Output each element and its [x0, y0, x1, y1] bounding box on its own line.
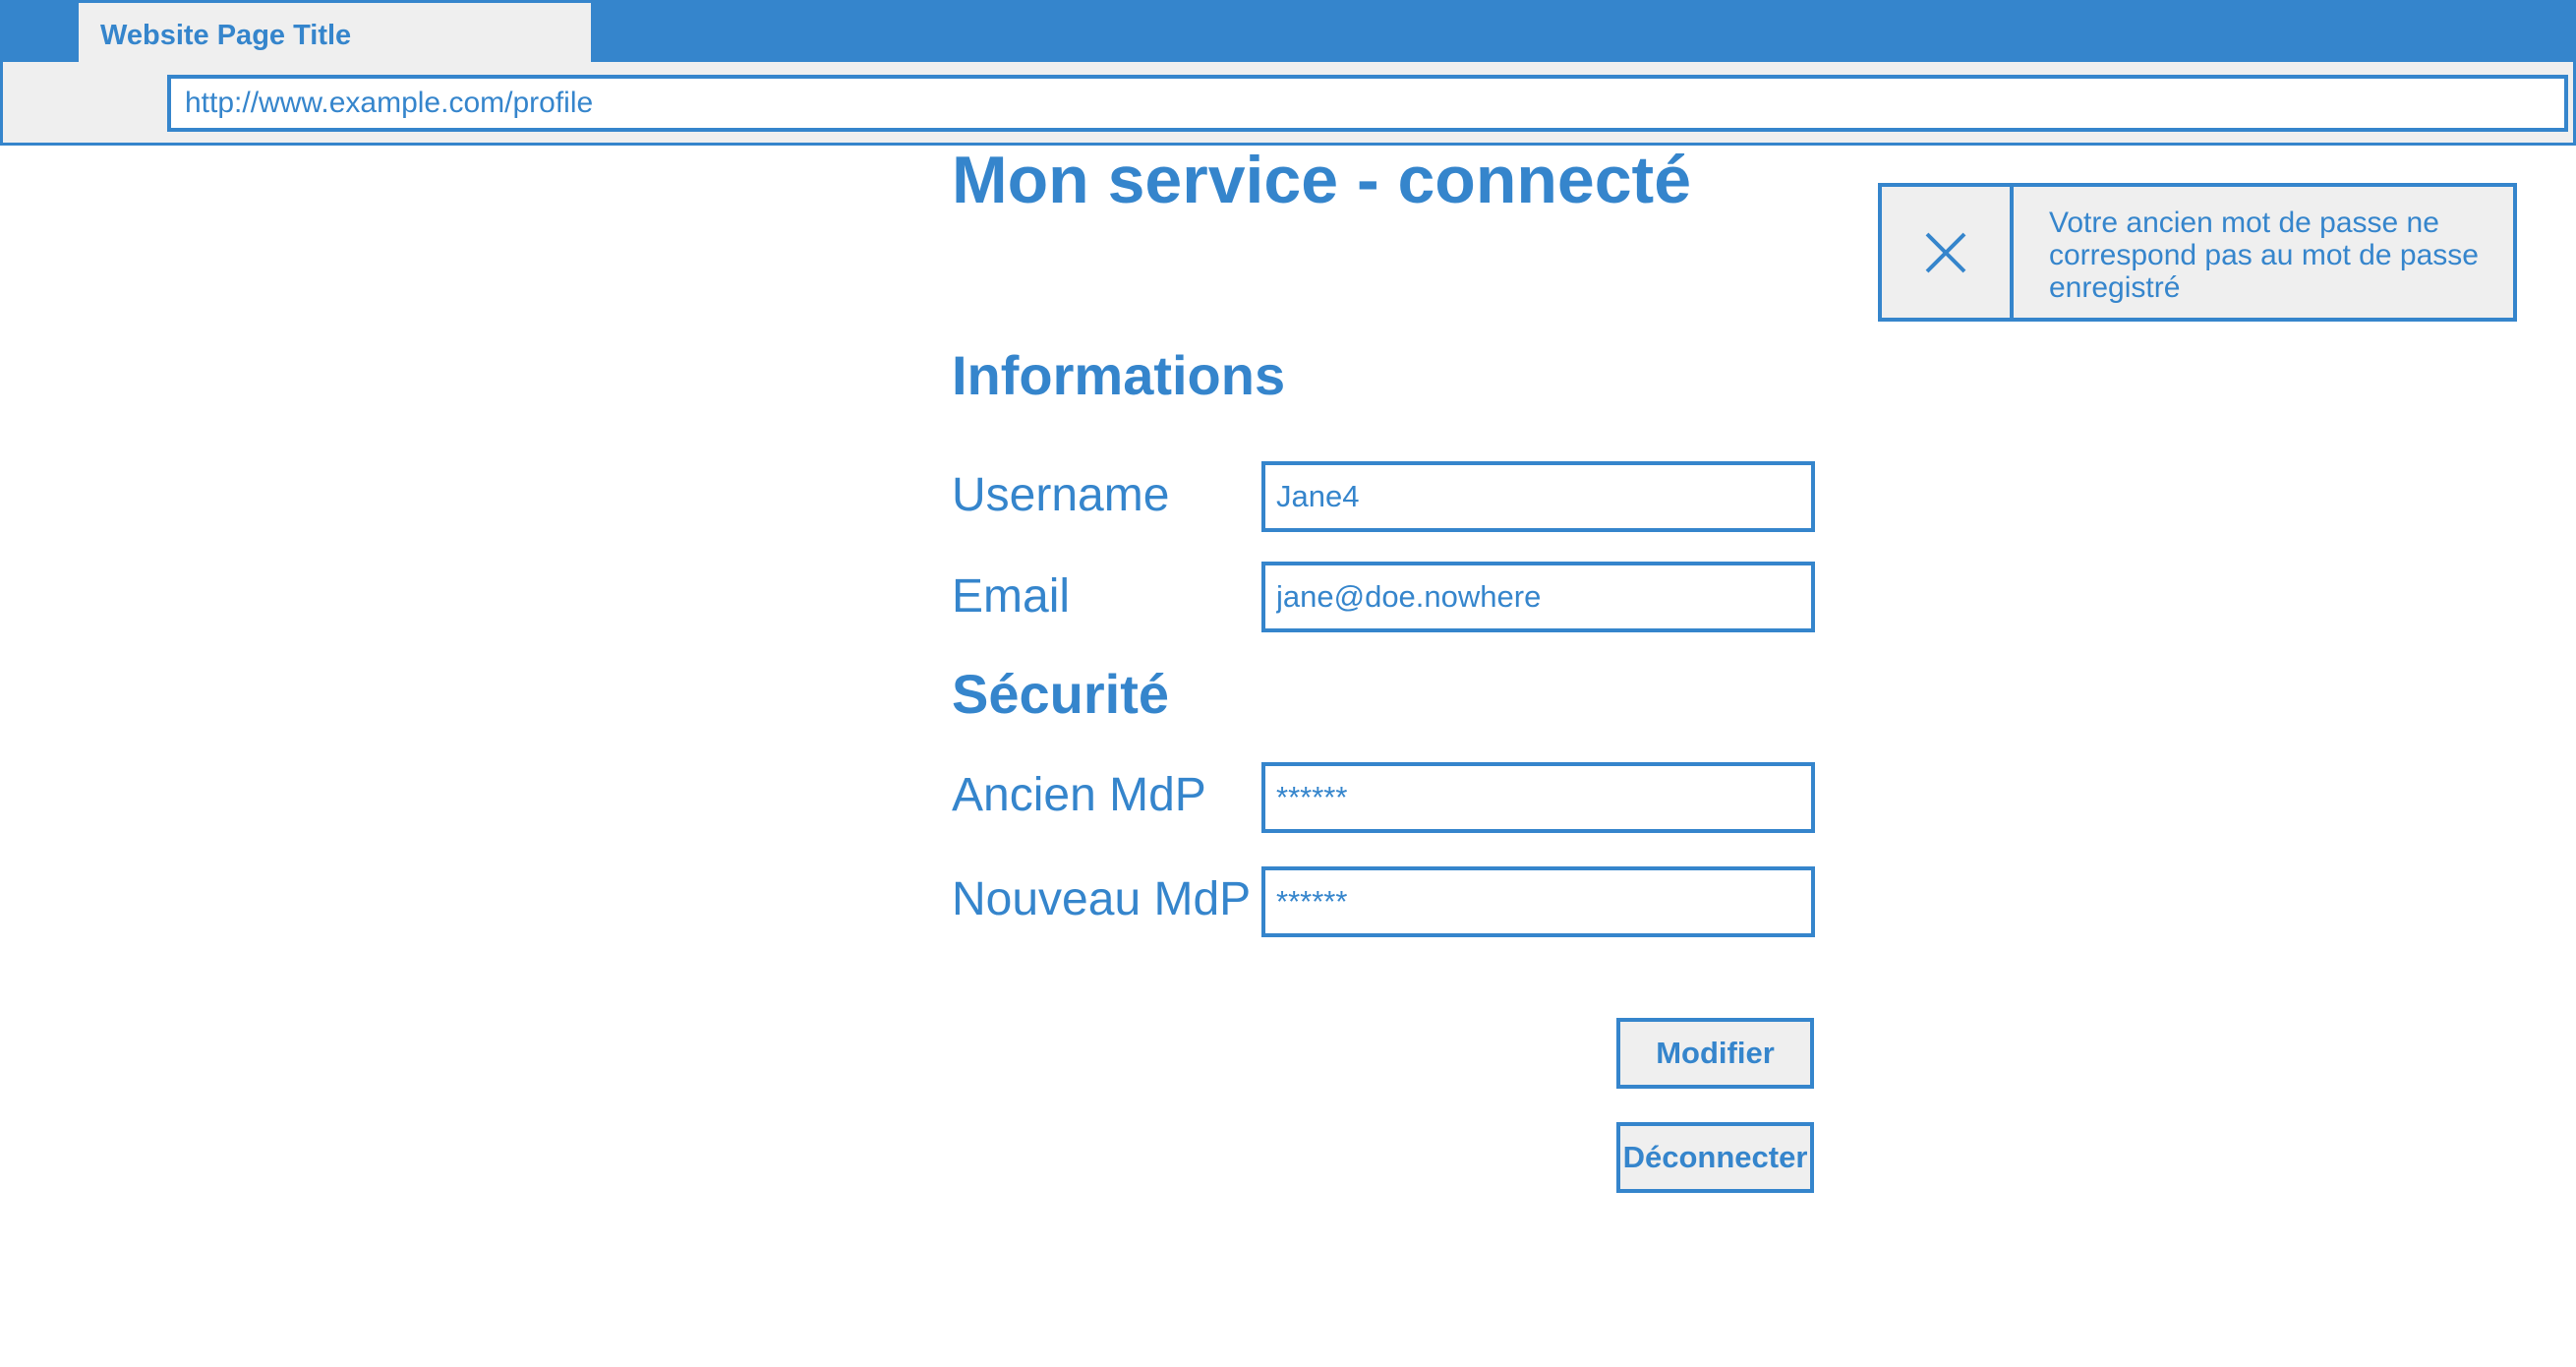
username-input[interactable] — [1261, 461, 1815, 532]
email-input[interactable] — [1261, 562, 1815, 632]
new-password-label: Nouveau MdP — [952, 873, 1252, 925]
page-title: Mon service - connecté — [952, 143, 1692, 217]
browser-tab[interactable]: Website Page Title — [79, 3, 591, 62]
browser-address-bar — [0, 62, 2576, 146]
notification-close-button[interactable] — [1882, 187, 2014, 318]
url-input[interactable] — [167, 75, 2568, 132]
close-icon — [1925, 232, 1966, 272]
informations-heading: Informations — [952, 344, 1286, 406]
browser-tab-bar: Website Page Title — [0, 0, 2576, 62]
logout-button[interactable]: Déconnecter — [1616, 1122, 1814, 1193]
email-label: Email — [952, 570, 1071, 623]
new-password-input[interactable] — [1261, 866, 1815, 937]
old-password-label: Ancien MdP — [952, 769, 1206, 821]
page: Website Page Title Mon service - connect… — [0, 0, 2576, 1367]
notification-message: Votre ancien mot de passe ne correspond … — [2049, 207, 2479, 304]
modify-button[interactable]: Modifier — [1616, 1018, 1814, 1089]
old-password-input[interactable] — [1261, 762, 1815, 833]
error-notification: Votre ancien mot de passe ne correspond … — [1878, 183, 2517, 322]
username-label: Username — [952, 469, 1170, 521]
security-heading: Sécurité — [952, 663, 1169, 725]
tab-title: Website Page Title — [100, 20, 352, 51]
